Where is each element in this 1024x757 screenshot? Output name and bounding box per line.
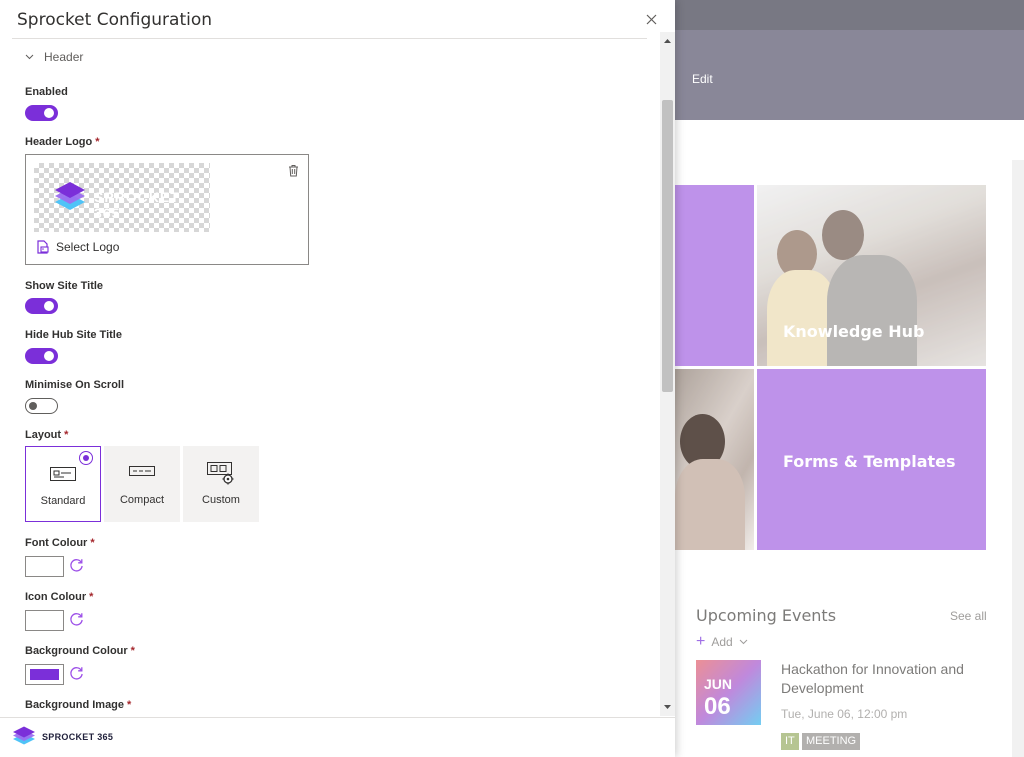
reset-icon [70, 559, 83, 572]
enabled-label: Enabled [25, 86, 68, 98]
required-mark: * [127, 699, 132, 711]
font-colour-swatch[interactable] [25, 556, 64, 577]
section-title: Header [44, 50, 84, 64]
icon-colour-swatch[interactable] [25, 610, 64, 631]
caret-down-icon [664, 705, 671, 709]
standard-layout-icon [50, 467, 76, 481]
required-mark: * [130, 645, 135, 657]
required-mark: * [90, 537, 95, 549]
select-logo-button[interactable]: Select Logo [37, 240, 119, 254]
compact-layout-icon [129, 466, 155, 476]
reset-background-colour-button[interactable] [69, 666, 84, 686]
footer-brand: SPROCKET 365 [12, 726, 113, 748]
background-image-label: Background Image * [25, 699, 132, 711]
delete-logo-button[interactable] [288, 164, 299, 182]
configuration-panel: Sprocket Configuration Header Enabled He… [0, 0, 675, 757]
required-mark: * [64, 429, 69, 441]
reset-icon [70, 667, 83, 680]
header-logo-picker: SPROCKET 365 Select Logo [25, 154, 309, 265]
background-colour-label: Background Colour * [25, 645, 135, 657]
font-colour-label: Font Colour * [25, 537, 95, 549]
reset-icon [70, 613, 83, 626]
layout-option-label: Standard [40, 495, 86, 507]
minimise-on-scroll-toggle[interactable] [25, 398, 58, 414]
caret-up-icon [664, 39, 671, 43]
required-mark: * [89, 591, 94, 603]
select-logo-label: Select Logo [56, 240, 120, 254]
footer-divider [0, 717, 675, 718]
layout-option-label: Custom [202, 494, 240, 506]
reset-font-colour-button[interactable] [69, 558, 84, 578]
layout-option-standard[interactable]: Standard [25, 446, 101, 522]
footer-brand-text: SPROCKET 365 [42, 732, 114, 742]
logo-preview: SPROCKET 365 [34, 163, 210, 232]
scroll-thumb[interactable] [662, 100, 673, 392]
chevron-down-icon [25, 54, 34, 60]
scrollbar[interactable] [660, 32, 675, 716]
layout-label: Layout * [25, 429, 69, 441]
close-button[interactable] [641, 9, 661, 29]
image-file-icon [37, 240, 49, 254]
scroll-up-button[interactable] [660, 34, 675, 48]
hide-hub-site-title-toggle[interactable] [25, 348, 58, 364]
header-logo-label: Header Logo * [25, 136, 100, 148]
sprocket-logo-icon [55, 182, 85, 210]
required-mark: * [95, 136, 100, 148]
layout-option-compact[interactable]: Compact [104, 446, 180, 522]
section-header-toggle[interactable]: Header [25, 50, 83, 64]
icon-colour-label: Icon Colour * [25, 591, 94, 603]
trash-icon [289, 165, 298, 177]
logo-wordmark: SPROCKET 365 [94, 189, 180, 221]
selected-radio-icon [79, 451, 93, 465]
divider [12, 38, 647, 39]
hide-hub-site-title-label: Hide Hub Site Title [25, 329, 122, 341]
panel-title: Sprocket Configuration [17, 10, 213, 30]
show-site-title-label: Show Site Title [25, 280, 104, 292]
minimise-on-scroll-label: Minimise On Scroll [25, 379, 125, 391]
custom-layout-gear-icon [207, 462, 234, 485]
modal-overlay [675, 0, 1024, 757]
show-site-title-toggle[interactable] [25, 298, 58, 314]
layout-option-custom[interactable]: Custom [183, 446, 259, 522]
layout-option-label: Compact [119, 494, 165, 506]
enabled-toggle[interactable] [25, 105, 58, 121]
reset-icon-colour-button[interactable] [69, 612, 84, 632]
scroll-down-button[interactable] [660, 700, 675, 714]
close-icon [646, 14, 656, 24]
background-colour-swatch[interactable] [25, 664, 64, 685]
sprocket-logo-icon [13, 726, 35, 745]
